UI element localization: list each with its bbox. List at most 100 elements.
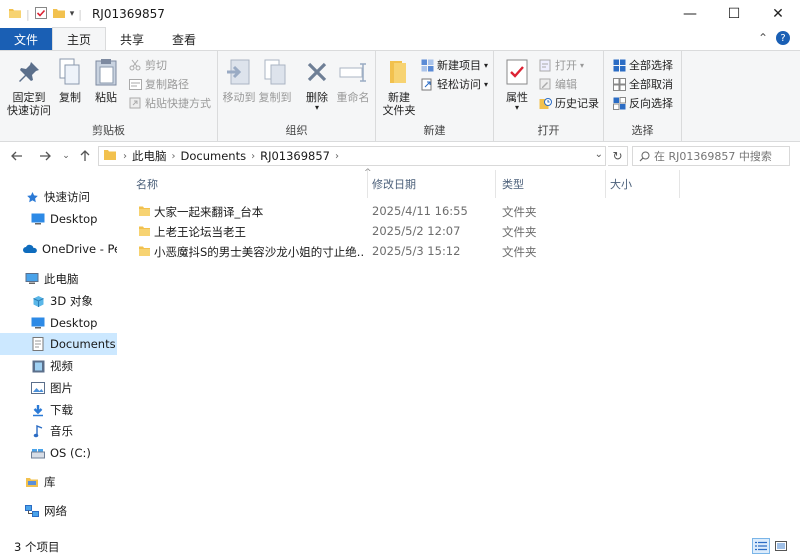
open-button[interactable]: 打开 ▾ (538, 57, 584, 73)
back-arrow-icon (11, 151, 22, 161)
column-header-size[interactable]: 大小 (604, 170, 680, 198)
tab-view[interactable]: 查看 (158, 28, 210, 50)
pin-to-quick-access-button[interactable]: 固定到 快速访问 (6, 55, 52, 117)
forward-button[interactable] (36, 146, 54, 166)
nav-item-onedrive[interactable]: OneDrive - Per (0, 238, 117, 260)
nav-item-label: 此电脑 (44, 272, 79, 286)
up-button[interactable] (76, 146, 94, 166)
nav-item-libraries[interactable]: 库 (0, 471, 117, 493)
file-row[interactable]: 小恶魔抖S的男士美容沙龙小姐的寸止绝... 2025/5/3 15:12 文件夹 (134, 242, 664, 262)
column-header-type[interactable]: 类型 (496, 170, 606, 198)
minimize-button[interactable]: — (668, 0, 712, 28)
nav-item-videos[interactable]: 视频 (0, 355, 117, 377)
search-box[interactable] (632, 146, 790, 166)
pin-icon (12, 55, 46, 89)
file-row[interactable]: 上老王论坛当老王 2025/5/2 12:07 文件夹 (134, 222, 664, 242)
item-count: 3 个项目 (14, 540, 60, 554)
clipboard-group-label: 剪贴板 (92, 124, 125, 137)
tab-file[interactable]: 文件 (0, 28, 52, 50)
refresh-button[interactable]: ↻ (608, 146, 628, 166)
maximize-button[interactable]: ☐ (712, 0, 756, 28)
breadcrumb-current-folder[interactable]: RJ01369857 (260, 149, 330, 163)
large-icons-view-icon (775, 541, 787, 551)
nav-item-pictures[interactable]: 图片 (0, 377, 117, 399)
nav-item-this-pc[interactable]: 此电脑 (0, 268, 117, 290)
tab-share[interactable]: 共享 (106, 28, 158, 50)
paste-icon (89, 55, 123, 89)
invert-selection-button[interactable]: 反向选择 (612, 95, 673, 111)
nav-item-label: OS (C:) (50, 446, 91, 460)
nav-item-3d-objects[interactable]: 3D 对象 (0, 290, 117, 312)
nav-item-label: Desktop (50, 316, 98, 330)
address-bar[interactable]: › 此电脑 › Documents › RJ01369857 › ⌄ (98, 146, 606, 166)
details-view-button[interactable] (752, 538, 770, 554)
nav-item-label: 库 (44, 475, 56, 489)
nav-item-label: OneDrive - Per (42, 242, 117, 256)
organize-group-label: 组织 (285, 124, 308, 137)
help-icon[interactable]: ? (776, 31, 790, 45)
star-icon (24, 190, 40, 204)
breadcrumb-this-pc[interactable]: 此电脑 (132, 148, 167, 164)
copy-button[interactable]: 复制 (54, 55, 86, 104)
move-to-button[interactable]: 移动到 (222, 55, 256, 104)
column-header-date[interactable]: 修改日期 (366, 170, 496, 198)
copy-to-button[interactable]: 复制到 (258, 55, 292, 104)
address-dropdown-icon[interactable]: ⌄ (595, 149, 603, 160)
nav-item-label: 视频 (50, 359, 73, 373)
nav-item-documents[interactable]: Documents (0, 333, 117, 355)
breadcrumb-separator-icon[interactable]: › (172, 151, 176, 162)
nav-item-desktop-quick[interactable]: Desktop (0, 208, 117, 230)
large-icons-view-button[interactable] (772, 538, 790, 554)
edit-button[interactable]: 编辑 (538, 76, 577, 92)
file-name: 小恶魔抖S的男士美容沙龙小姐的寸止绝... (154, 245, 364, 259)
breadcrumb-separator-icon[interactable]: › (335, 151, 339, 162)
nav-item-quick-access[interactable]: 快速访问 (0, 186, 117, 208)
copy-label: 复制 (59, 91, 81, 104)
breadcrumb-documents[interactable]: Documents (181, 149, 247, 163)
paste-shortcut-label: 粘贴快捷方式 (145, 97, 211, 110)
nav-item-label: 网络 (44, 504, 67, 518)
collapse-ribbon-icon[interactable]: ⌃ (758, 31, 768, 45)
move-to-icon (222, 55, 256, 89)
recent-locations-button[interactable]: ⌄ (60, 146, 72, 166)
computer-icon (24, 272, 40, 286)
new-item-button[interactable]: 新建项目 ▾ (420, 57, 488, 73)
nav-item-downloads[interactable]: 下载 (0, 399, 117, 421)
nav-item-network[interactable]: 网络 (0, 500, 117, 522)
copy-icon (53, 55, 87, 89)
easy-access-button[interactable]: 轻松访问 ▾ (420, 76, 488, 92)
copy-path-button[interactable]: 复制路径 (128, 76, 189, 92)
delete-dropdown-icon[interactable]: ▾ (315, 104, 319, 112)
back-button[interactable] (8, 146, 26, 166)
properties-dropdown-icon[interactable]: ▾ (515, 104, 519, 112)
breadcrumb-separator-icon[interactable]: › (251, 151, 255, 162)
tab-home[interactable]: 主页 (52, 27, 107, 50)
new-folder-quick-icon[interactable] (52, 6, 66, 23)
customize-toolbar-icon[interactable]: ▾ (70, 9, 75, 19)
ribbon-help-area: ⌃ ? (758, 31, 790, 45)
cloud-icon (22, 242, 38, 256)
search-input[interactable] (654, 149, 784, 163)
nav-item-music[interactable]: 音乐 (0, 420, 117, 442)
column-header-name[interactable]: 名称 (130, 170, 368, 198)
breadcrumb-separator-icon[interactable]: › (123, 151, 127, 162)
rename-button[interactable]: 重命名 (334, 55, 372, 104)
paste-button[interactable]: 粘贴 (90, 55, 122, 104)
delete-button[interactable]: 删除 ▾ (302, 55, 332, 112)
properties-quick-icon[interactable] (34, 6, 48, 23)
properties-button[interactable]: 属性 ▾ (502, 55, 532, 112)
cut-button[interactable]: 剪切 (128, 57, 167, 73)
library-icon (24, 475, 40, 489)
select-all-button[interactable]: 全部选择 (612, 57, 673, 73)
file-row[interactable]: 大家一起来翻译_台本 2025/4/11 16:55 文件夹 (134, 202, 664, 222)
close-button[interactable]: ✕ (756, 0, 800, 28)
address-row: ⌄ › 此电脑 › Documents › RJ01369857 › ⌄ ↻ (0, 146, 800, 166)
paste-shortcut-button[interactable]: 粘贴快捷方式 (128, 95, 211, 111)
nav-item-label: 快速访问 (44, 190, 90, 204)
select-none-button[interactable]: 全部取消 (612, 76, 673, 92)
file-type: 文件夹 (502, 225, 537, 239)
history-button[interactable]: 历史记录 (538, 95, 599, 111)
nav-item-os-drive[interactable]: OS (C:) (0, 442, 117, 464)
nav-item-desktop[interactable]: Desktop (0, 312, 117, 334)
new-folder-button[interactable]: 新建 文件夹 (380, 55, 418, 117)
